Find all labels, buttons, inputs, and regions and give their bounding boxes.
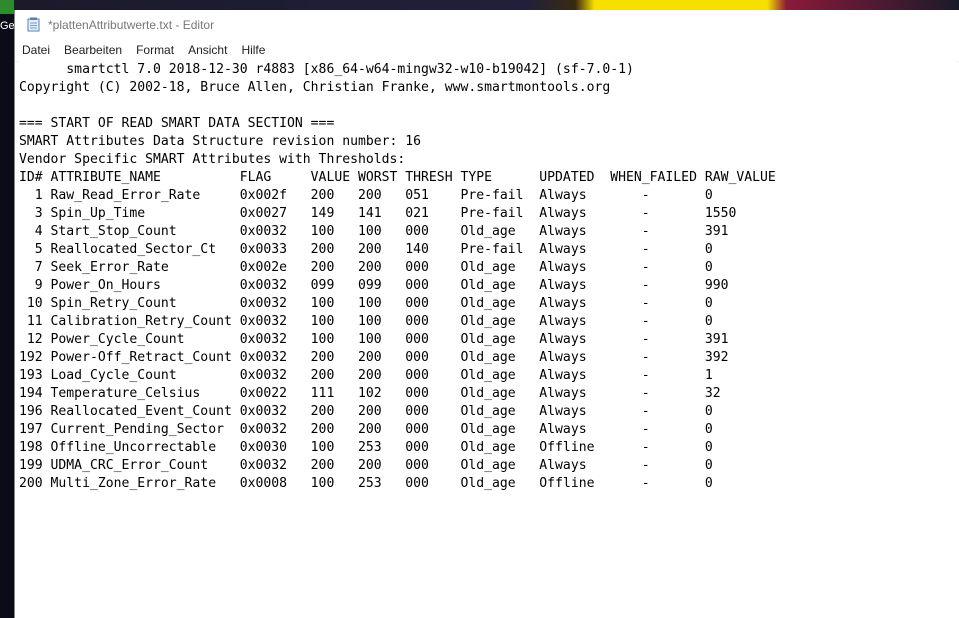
editor-line: === START OF READ SMART DATA SECTION === [19,116,335,131]
desktop-shortcut-icon[interactable] [0,0,14,14]
editor-line: 200 Multi_Zone_Error_Rate 0x0008 100 253… [19,476,713,491]
text-editor-area[interactable]: smartctl 7.0 2018-12-30 r4883 [x86_64-w6… [19,61,956,618]
editor-line: 193 Load_Cycle_Count 0x0032 200 200 000 … [19,368,713,383]
notepad-icon [26,17,42,33]
editor-line: 7 Seek_Error_Rate 0x002e 200 200 000 Old… [19,260,713,275]
desktop-background [0,0,959,10]
editor-line: smartctl 7.0 2018-12-30 r4883 [x86_64-w6… [19,62,634,77]
editor-line: 192 Power-Off_Retract_Count 0x0032 200 2… [19,350,729,365]
editor-line: 1 Raw_Read_Error_Rate 0x002f 200 200 051… [19,188,713,203]
editor-line: 194 Temperature_Celsius 0x0022 111 102 0… [19,386,721,401]
editor-line: 4 Start_Stop_Count 0x0032 100 100 000 Ol… [19,224,729,239]
editor-line: SMART Attributes Data Structure revision… [19,134,422,149]
menu-datei[interactable]: Datei [15,39,57,61]
editor-line: Copyright (C) 2002-18, Bruce Allen, Chri… [19,80,611,95]
menu-bearbeiten[interactable]: Bearbeiten [57,39,129,61]
editor-line: 11 Calibration_Retry_Count 0x0032 100 10… [19,314,713,329]
editor-line: Vendor Specific SMART Attributes with Th… [19,152,406,167]
editor-line: 5 Reallocated_Sector_Ct 0x0033 200 200 1… [19,242,713,257]
editor-line: 10 Spin_Retry_Count 0x0032 100 100 000 O… [19,296,713,311]
editor-window: *plattenAttributwerte.txt - Editor Datei… [14,10,959,618]
editor-line: 3 Spin_Up_Time 0x0027 149 141 021 Pre-fa… [19,206,737,221]
menu-format[interactable]: Format [129,39,181,61]
editor-line: 197 Current_Pending_Sector 0x0032 200 20… [19,422,713,437]
desktop-shortcut-label: Ge [0,20,14,32]
editor-line: 12 Power_Cycle_Count 0x0032 100 100 000 … [19,332,729,347]
editor-text[interactable]: smartctl 7.0 2018-12-30 r4883 [x86_64-w6… [19,61,956,493]
editor-line: ID# ATTRIBUTE_NAME FLAG VALUE WORST THRE… [19,170,776,185]
menu-ansicht[interactable]: Ansicht [181,39,234,61]
menu-hilfe[interactable]: Hilfe [234,39,272,61]
window-title: *plattenAttributwerte.txt - Editor [48,17,215,32]
title-bar[interactable]: *plattenAttributwerte.txt - Editor [15,10,959,39]
editor-line: 196 Reallocated_Event_Count 0x0032 200 2… [19,404,713,419]
editor-line: 199 UDMA_CRC_Error_Count 0x0032 200 200 … [19,458,713,473]
editor-line: 9 Power_On_Hours 0x0032 099 099 000 Old_… [19,278,729,293]
menu-bar: Datei Bearbeiten Format Ansicht Hilfe [15,39,959,62]
editor-line: 198 Offline_Uncorrectable 0x0030 100 253… [19,440,713,455]
